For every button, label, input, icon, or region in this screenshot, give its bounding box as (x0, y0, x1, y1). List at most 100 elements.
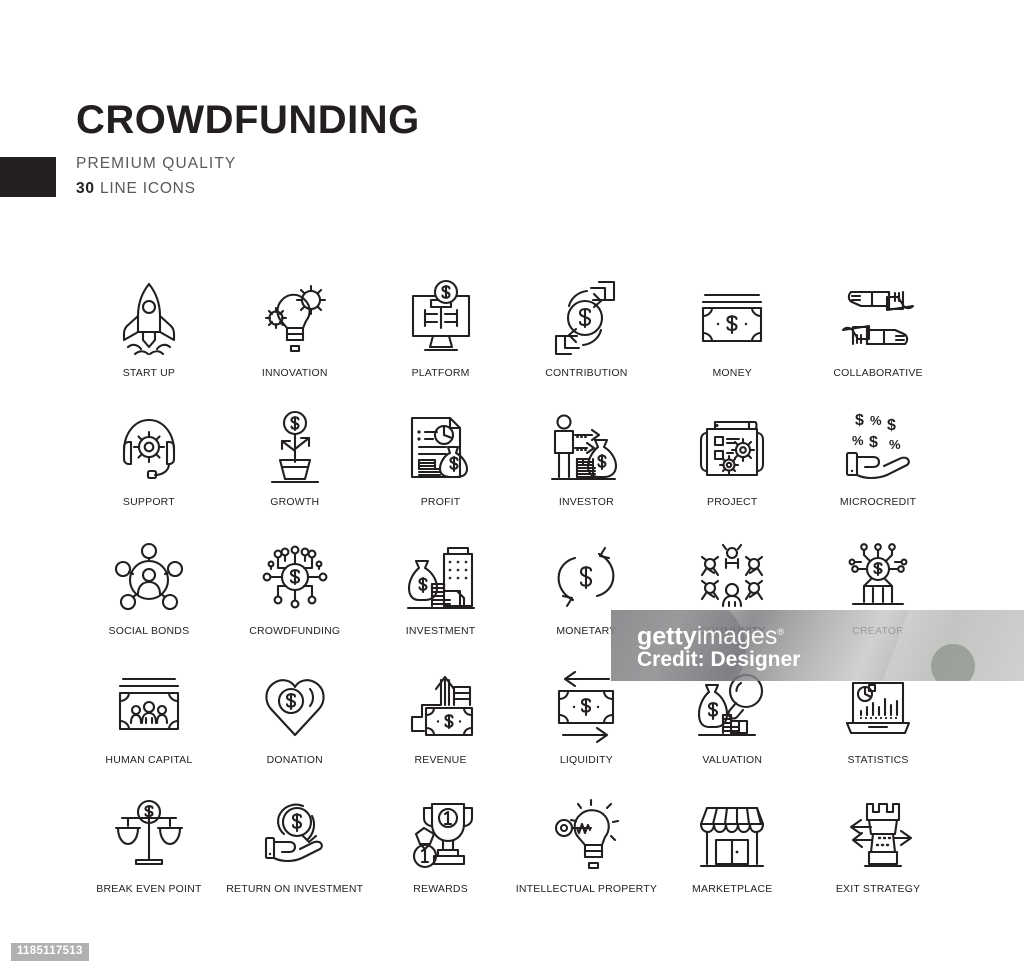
registered-mark-icon: ® (777, 627, 784, 637)
banknote-people-icon (105, 659, 193, 751)
icon-label: INTELLECTUAL PROPERTY (515, 883, 658, 895)
banknote-icon (688, 272, 776, 364)
icon-label: MONETARY (556, 625, 617, 637)
icon-cell-donation[interactable]: DONATION (222, 659, 368, 788)
hand-coin-arrow-icon (251, 788, 339, 880)
icon-cell-start-up[interactable]: START UP (76, 272, 222, 401)
blueprint-gears-icon (688, 401, 776, 493)
icon-label: INVESTOR (558, 496, 614, 508)
icon-label: REWARDS (413, 883, 468, 895)
icon-label: EXIT STRATEGY (835, 883, 921, 895)
icon-label: HUMAN CAPITAL (105, 754, 193, 766)
icon-label: COLLABORATIVE (833, 367, 923, 379)
icon-label: VALUATION (702, 754, 763, 766)
icon-label: INNOVATION (261, 367, 328, 379)
icon-label: START UP (122, 367, 176, 379)
person-arrows-moneybag-icon (542, 401, 630, 493)
circuit-coin-icon (251, 530, 339, 622)
trophy-medal-icon (397, 788, 485, 880)
icon-cell-crowdfunding[interactable]: CROWDFUNDING (222, 530, 368, 659)
icon-cell-revenue[interactable]: REVENUE (368, 659, 514, 788)
icon-label: CROWDFUNDING (249, 625, 341, 637)
rook-arrows-icon (834, 788, 922, 880)
icon-label: STATISTICS (847, 754, 909, 766)
lightbulb-gears-icon (251, 272, 339, 364)
svg-text:$: $ (855, 412, 864, 429)
key-lightbulb-icon (542, 788, 630, 880)
hand-dollar-percent-icon: $ % $ % $ % (834, 401, 922, 493)
getty-images-logo: gettyimages® (637, 618, 784, 651)
rocket-icon (105, 272, 193, 364)
icon-cell-project[interactable]: PROJECT (659, 401, 805, 530)
page-title: CROWDFUNDING (76, 98, 420, 142)
icon-cell-platform[interactable]: PLATFORM (368, 272, 514, 401)
scales-dollar-icon (105, 788, 193, 880)
icon-count-label: LINE ICONS (94, 180, 196, 197)
icon-cell-human-capital[interactable]: HUMAN CAPITAL (76, 659, 222, 788)
icon-label: PLATFORM (411, 367, 470, 379)
heart-coin-icon (251, 659, 339, 751)
headset-gear-icon (105, 401, 193, 493)
icon-cell-growth[interactable]: GROWTH (222, 401, 368, 530)
icon-count-number: 30 (76, 180, 95, 197)
icon-label: MONEY (712, 367, 752, 379)
icon-cell-exit-strategy[interactable]: EXIT STRATEGY (805, 788, 951, 917)
svg-text:%: % (870, 413, 882, 428)
svg-text:%: % (889, 437, 901, 452)
icon-cell-investor[interactable]: INVESTOR (513, 401, 659, 530)
header: CROWDFUNDING PREMIUM QUALITY 30 LINE ICO… (0, 0, 1024, 260)
icon-cell-marketplace[interactable]: MARKETPLACE (659, 788, 805, 917)
person-circuit-coin-icon (834, 530, 922, 622)
svg-text:$: $ (869, 434, 878, 451)
icon-label: PROFIT (420, 496, 461, 508)
icon-cell-return-on-investment[interactable]: RETURN ON INVESTMENT (222, 788, 368, 917)
people-circle-icon (688, 530, 776, 622)
svg-text:%: % (852, 433, 864, 448)
icon-cell-intellectual-property[interactable]: INTELLECTUAL PROPERTY (513, 788, 659, 917)
decorative-black-block (0, 157, 56, 197)
icon-cell-innovation[interactable]: INNOVATION (222, 272, 368, 401)
monitor-coin-icon (397, 272, 485, 364)
getty-watermark-overlay: gettyimages® Credit: Designer (611, 610, 1024, 681)
dollar-refresh-icon (542, 530, 630, 622)
icon-label: DONATION (266, 754, 323, 766)
arrow-up-banknote-icon (397, 659, 485, 751)
header-subtitle: PREMIUM QUALITY (76, 155, 237, 172)
watermark-credit: Credit: Designer (637, 648, 801, 671)
icon-cell-profit[interactable]: PROFIT (368, 401, 514, 530)
icon-label: REVENUE (414, 754, 467, 766)
asset-id-badge: 1185117513 (11, 943, 89, 961)
icon-cell-contribution[interactable]: CONTRIBUTION (513, 272, 659, 401)
moneybag-coins-building-icon (397, 530, 485, 622)
icon-cell-collaborative[interactable]: COLLABORATIVE (805, 272, 951, 401)
icon-cell-money[interactable]: MONEY (659, 272, 805, 401)
icon-label: PROJECT (707, 496, 758, 508)
icon-label: MICROCREDIT (839, 496, 917, 508)
getty-logo-light: images (696, 622, 778, 651)
plant-coin-icon (251, 401, 339, 493)
icon-label: LIQUIDITY (559, 754, 613, 766)
svg-text:$: $ (887, 417, 896, 434)
watermark-blob (931, 644, 975, 681)
icon-grid: START UP INNOVATION PLATFORM CONTRIBUTIO… (76, 272, 951, 917)
icon-cell-microcredit[interactable]: $ % $ % $ % MICROCREDIT (805, 401, 951, 530)
hands-dollar-cycle-icon (542, 272, 630, 364)
four-hands-icon (834, 272, 922, 364)
icon-label: CONTRIBUTION (545, 367, 628, 379)
document-chart-moneybag-icon (397, 401, 485, 493)
network-person-icon (105, 530, 193, 622)
icon-label: INVESTMENT (405, 625, 476, 637)
icon-label: BREAK EVEN POINT (96, 883, 202, 895)
icon-label: RETURN ON INVESTMENT (226, 883, 364, 895)
header-icon-count: 30 LINE ICONS (76, 180, 196, 198)
icon-cell-break-even-point[interactable]: BREAK EVEN POINT (76, 788, 222, 917)
icon-label: GROWTH (270, 496, 320, 508)
getty-logo-bold: getty (637, 622, 697, 651)
icon-cell-rewards[interactable]: REWARDS (368, 788, 514, 917)
storefront-icon (688, 788, 776, 880)
icon-label: MARKETPLACE (692, 883, 773, 895)
icon-label: SOCIAL BONDS (108, 625, 190, 637)
icon-cell-social-bonds[interactable]: SOCIAL BONDS (76, 530, 222, 659)
icon-cell-support[interactable]: SUPPORT (76, 401, 222, 530)
icon-cell-investment[interactable]: INVESTMENT (368, 530, 514, 659)
